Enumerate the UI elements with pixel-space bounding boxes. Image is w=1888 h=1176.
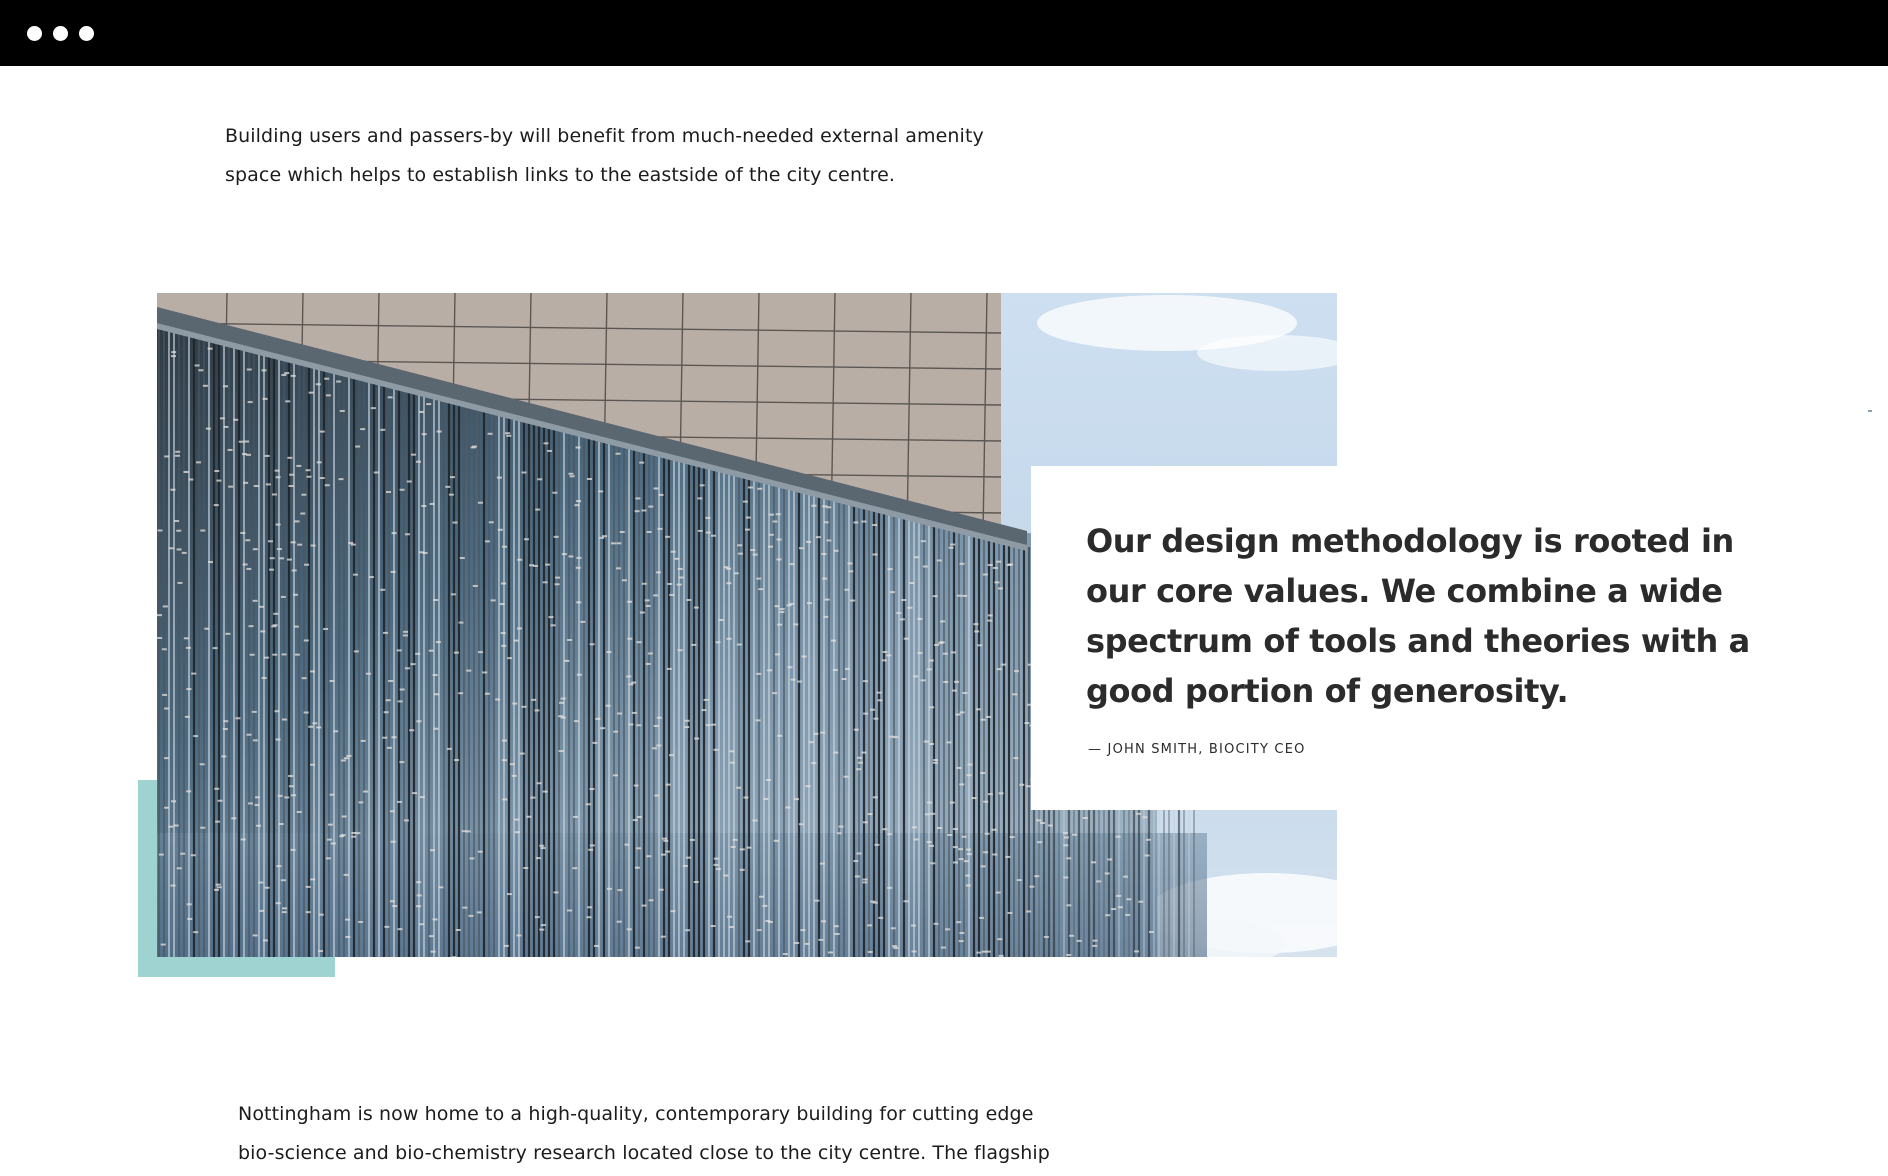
window-controls [27, 26, 94, 41]
window-dot-close[interactable] [27, 26, 42, 41]
window-titlebar [0, 0, 1888, 66]
window-dot-minimize[interactable] [53, 26, 68, 41]
pull-quote: Our design methodology is rooted in our … [1086, 522, 1750, 710]
window-dot-maximize[interactable] [79, 26, 94, 41]
quote-attribution: — JOHN SMITH, BIOCITY CEO [1088, 742, 1306, 757]
edge-mark [1868, 410, 1872, 412]
quote-card: Our design methodology is rooted in our … [1031, 466, 1813, 810]
body-paragraph: Nottingham is now home to a high-quality… [238, 1103, 1050, 1164]
intro-paragraph: Building users and passers-by will benef… [225, 125, 984, 186]
